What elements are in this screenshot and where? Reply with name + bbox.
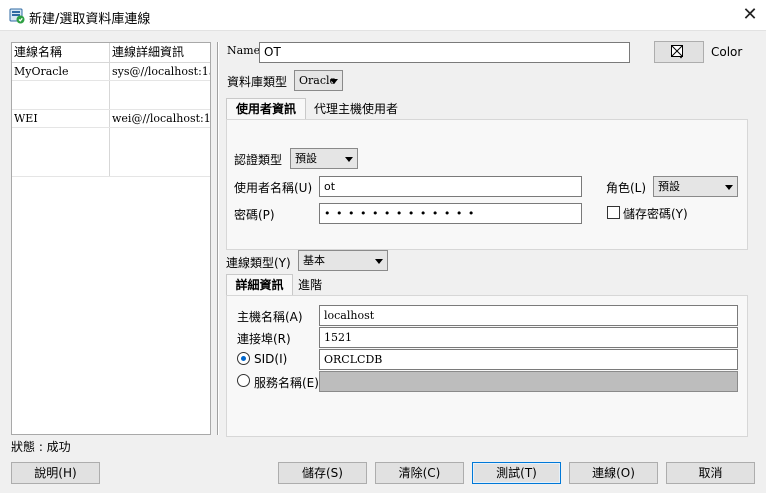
row-divider: [12, 176, 210, 177]
name-label: Name: [227, 44, 261, 57]
host-label: 主機名稱(A): [237, 310, 303, 324]
column-divider: [109, 43, 110, 177]
chevron-down-icon: [375, 259, 383, 264]
password-label: 密碼(P): [234, 208, 275, 222]
password-field[interactable]: • • • • • • • • • • • • •: [319, 203, 582, 224]
db-type-label: 資料庫類型: [227, 75, 288, 89]
save-password-label: 儲存密碼(Y): [623, 207, 688, 221]
chevron-down-icon: [725, 185, 733, 190]
role-label: 角色(L): [606, 181, 647, 195]
sid-field[interactable]: ORCLCDB: [319, 349, 738, 370]
chevron-down-icon: [330, 79, 338, 84]
row-divider: [12, 127, 210, 128]
color-swatch-icon: [671, 45, 686, 59]
connection-type-label: 連線類型(Y): [226, 256, 291, 270]
test-button[interactable]: 測試(T): [472, 462, 561, 484]
username-label: 使用者名稱(U): [234, 181, 313, 195]
chevron-down-icon: [345, 157, 353, 162]
connect-button[interactable]: 連線(O): [569, 462, 658, 484]
connections-table[interactable]: 連線名稱 連線詳細資訊 MyOracle sys@//localhost:15.…: [11, 42, 211, 435]
db-type-select[interactable]: Oracle: [294, 70, 343, 91]
row-divider: [12, 109, 210, 110]
connection-details-cell[interactable]: sys@//localhost:15...: [110, 65, 210, 78]
role-value: 預設: [658, 180, 680, 193]
username-field[interactable]: ot: [319, 176, 582, 197]
sid-radio[interactable]: [237, 352, 250, 365]
app-icon: [9, 8, 25, 24]
port-field[interactable]: 1521: [319, 327, 738, 348]
color-button[interactable]: [654, 41, 704, 63]
save-password-checkbox[interactable]: [607, 206, 620, 219]
sid-label: SID(I): [254, 352, 288, 366]
row-divider: [12, 80, 210, 81]
connection-type-value: 基本: [303, 254, 325, 267]
auth-type-value: 預設: [295, 152, 317, 165]
name-field[interactable]: OT: [259, 42, 630, 63]
connection-name-cell[interactable]: WEI: [12, 112, 108, 125]
connection-type-select[interactable]: 基本: [298, 250, 388, 271]
role-select[interactable]: 預設: [653, 176, 738, 197]
host-field[interactable]: localhost: [319, 305, 738, 326]
service-name-field: [319, 371, 738, 392]
status-text: 狀態 : 成功: [11, 440, 71, 454]
auth-type-label: 認證類型: [234, 153, 283, 167]
tab-user-info[interactable]: 使用者資訊: [226, 98, 306, 120]
column-header-connection-name[interactable]: 連線名稱: [12, 43, 109, 63]
service-name-radio[interactable]: [237, 374, 250, 387]
panel-splitter[interactable]: [217, 42, 219, 435]
title-bar: 新建/選取資料庫連線 ✕: [0, 0, 766, 31]
cancel-button[interactable]: 取消: [666, 462, 755, 484]
close-icon[interactable]: ✕: [739, 4, 761, 26]
tab-proxy-user[interactable]: 代理主機使用者: [309, 99, 403, 119]
port-label: 連接埠(R): [237, 332, 291, 346]
connection-details-cell[interactable]: wei@//localhost:1...: [110, 112, 210, 125]
color-label: Color: [711, 45, 743, 59]
auth-type-select[interactable]: 預設: [290, 148, 358, 169]
tab-advanced[interactable]: 進階: [295, 275, 325, 295]
tab-details[interactable]: 詳細資訊: [226, 274, 293, 296]
clear-button[interactable]: 清除(C): [375, 462, 464, 484]
column-header-connection-details[interactable]: 連線詳細資訊: [110, 43, 210, 63]
help-button[interactable]: 說明(H): [11, 462, 100, 484]
save-button[interactable]: 儲存(S): [278, 462, 367, 484]
window-title: 新建/選取資料庫連線: [29, 12, 151, 27]
service-name-label: 服務名稱(E): [254, 376, 319, 390]
connection-name-cell[interactable]: MyOracle: [12, 65, 108, 78]
